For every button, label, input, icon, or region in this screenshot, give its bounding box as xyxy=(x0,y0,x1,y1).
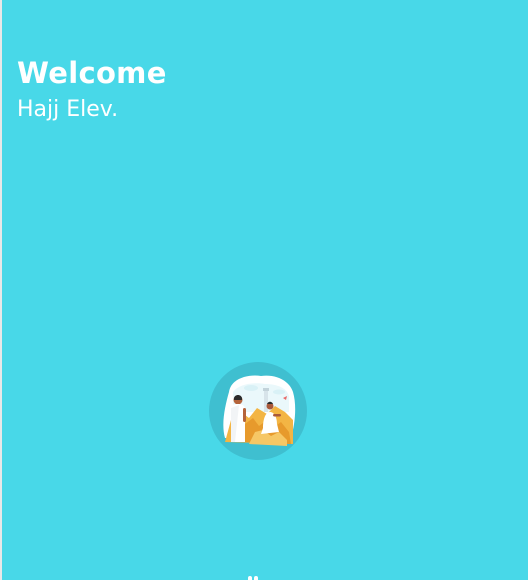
splash-screen: Welcome Hajj Elev. xyxy=(2,0,528,580)
pilgrims-illustration xyxy=(223,375,296,446)
bottom-indicator xyxy=(246,576,260,580)
app-logo xyxy=(209,362,307,460)
welcome-title: Welcome xyxy=(17,56,167,90)
app-name-subtitle: Hajj Elev. xyxy=(17,97,119,122)
